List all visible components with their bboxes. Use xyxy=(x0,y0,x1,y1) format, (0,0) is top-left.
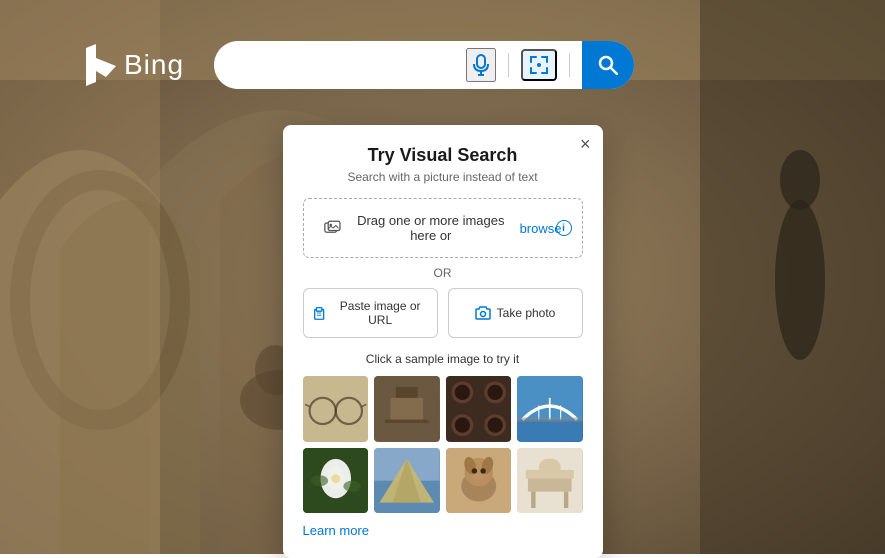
sample-image-bridge[interactable] xyxy=(517,376,583,442)
take-photo-button[interactable]: Take photo xyxy=(448,288,583,338)
sample-image-glasses[interactable] xyxy=(303,376,369,442)
drop-zone-text: Drag one or more images here or xyxy=(350,213,512,243)
drag-image-icon xyxy=(324,219,343,237)
action-buttons: Paste image or URL Take photo xyxy=(303,288,583,338)
sample-image-pyramid[interactable] xyxy=(374,448,440,514)
sample-image-grid xyxy=(303,376,583,513)
sample-images-label: Click a sample image to try it xyxy=(303,352,583,366)
modal-overlay: × Try Visual Search Search with a pictur… xyxy=(0,0,885,554)
drop-zone[interactable]: Drag one or more images here or browse i xyxy=(303,198,583,258)
paste-icon xyxy=(312,305,326,321)
take-photo-label: Take photo xyxy=(497,306,556,320)
learn-more-link[interactable]: Learn more xyxy=(303,523,583,538)
info-icon: i xyxy=(556,220,572,236)
sample-image-furniture[interactable] xyxy=(517,448,583,514)
camera-icon xyxy=(475,305,491,321)
modal-title: Try Visual Search xyxy=(303,145,583,166)
sample-image-dining[interactable] xyxy=(374,376,440,442)
paste-image-button[interactable]: Paste image or URL xyxy=(303,288,438,338)
sample-image-flower[interactable] xyxy=(303,448,369,514)
modal-close-button[interactable]: × xyxy=(580,135,591,153)
sample-image-coffee[interactable] xyxy=(446,376,512,442)
or-divider: OR xyxy=(303,266,583,280)
paste-button-label: Paste image or URL xyxy=(332,299,429,327)
modal-subtitle: Search with a picture instead of text xyxy=(303,170,583,184)
visual-search-modal: × Try Visual Search Search with a pictur… xyxy=(283,125,603,558)
sample-image-dog[interactable] xyxy=(446,448,512,514)
